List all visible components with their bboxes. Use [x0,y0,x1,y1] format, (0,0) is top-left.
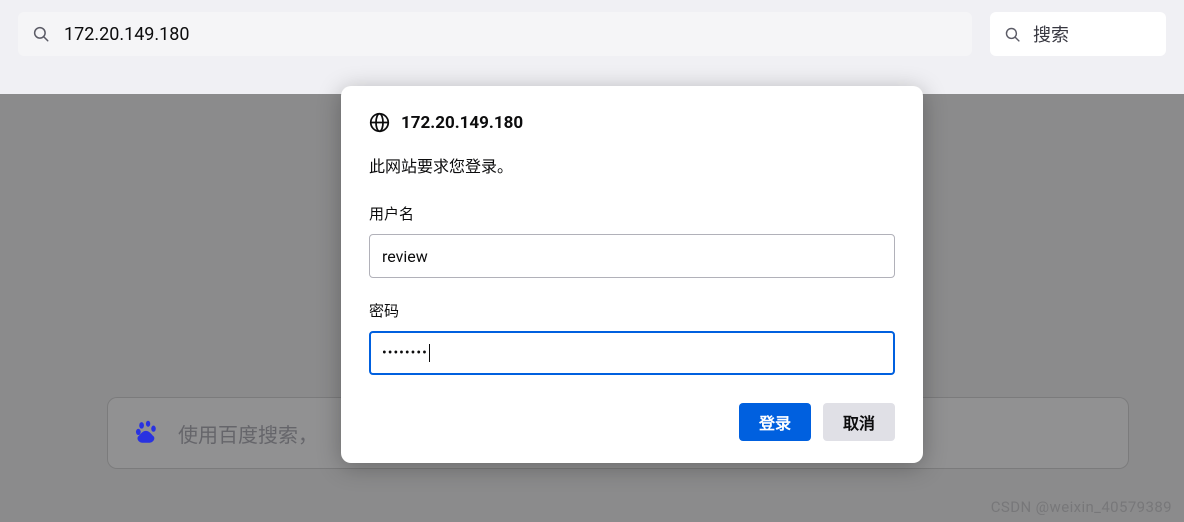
login-button[interactable]: 登录 [739,403,811,441]
http-auth-dialog: 172.20.149.180 此网站要求您登录。 用户名 密码 ••••••••… [341,86,923,463]
baidu-icon [134,420,160,446]
globe-icon [369,112,390,133]
cancel-button[interactable]: 取消 [823,403,895,441]
auth-dialog-message: 此网站要求您登录。 [369,153,895,177]
password-label: 密码 [369,300,895,321]
username-label: 用户名 [369,203,895,224]
browser-chrome: 172.20.149.180 搜索 [0,0,1184,94]
username-input[interactable] [369,234,895,278]
baidu-search-placeholder: 使用百度搜索， [178,419,318,448]
auth-dialog-host: 172.20.149.180 [401,113,523,133]
search-box[interactable]: 搜索 [990,12,1166,56]
url-bar[interactable]: 172.20.149.180 [18,12,972,56]
watermark: CSDN @weixin_40579389 [991,498,1172,516]
password-value: •••••••• [382,345,428,361]
search-label: 搜索 [1033,21,1069,47]
search-icon [32,25,50,43]
search-icon [1004,26,1021,43]
password-input[interactable]: •••••••• [369,331,895,375]
url-text: 172.20.149.180 [64,24,190,45]
text-cursor [429,344,430,362]
